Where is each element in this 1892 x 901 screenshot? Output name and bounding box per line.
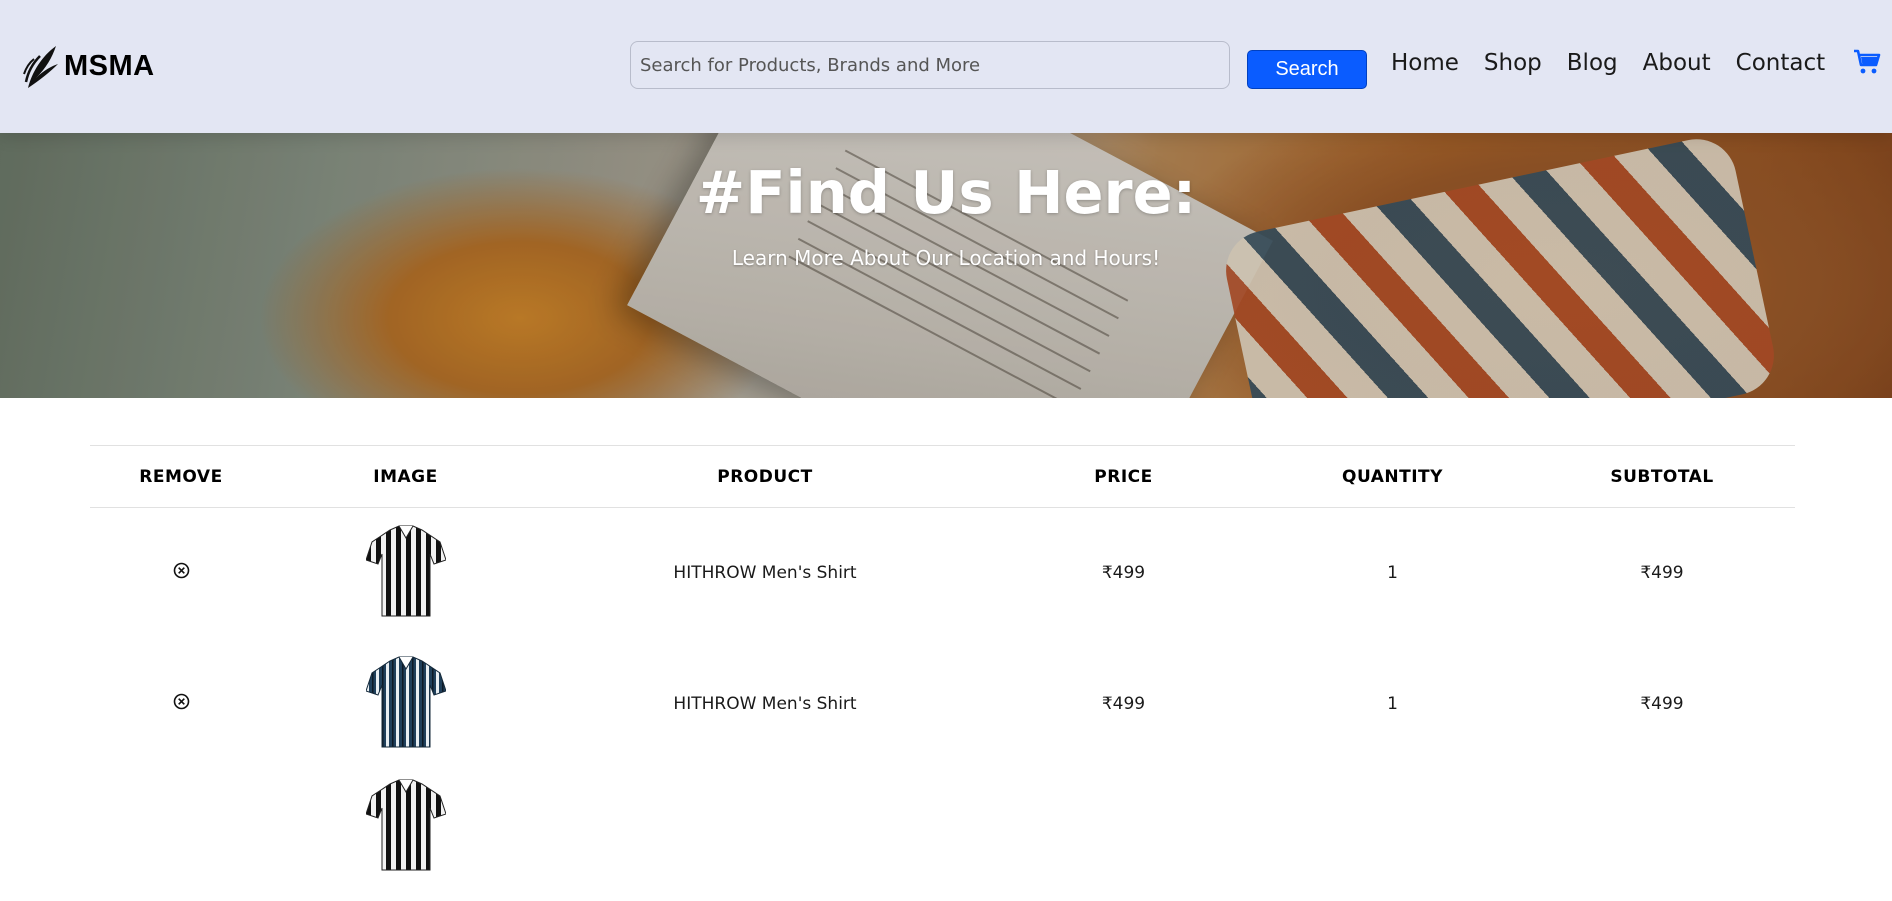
product-image-shirt[interactable] — [365, 778, 446, 872]
nav-contact[interactable]: Contact — [1736, 50, 1825, 76]
product-image-shirt[interactable] — [365, 655, 446, 749]
site-header: MSMA Search Home Shop Blog About Contact — [0, 0, 1892, 133]
hero-subtitle: Learn More About Our Location and Hours! — [731, 246, 1161, 270]
product-price: ₹499 — [1101, 563, 1146, 584]
table-row: HITHROW Men's Shirt ₹499 1 ₹499 — [90, 508, 1795, 639]
table-row — [90, 770, 1795, 901]
cart-table: REMOVE IMAGE PRODUCT PRICE QUANTITY SUBT… — [90, 445, 1795, 901]
brand-name: MSMA — [64, 49, 155, 82]
product-subtotal: ₹499 — [1640, 694, 1684, 714]
product-subtotal — [1529, 770, 1795, 901]
table-row: HITHROW Men's Shirt ₹499 1 ₹499 — [90, 639, 1795, 770]
product-quantity[interactable]: 1 — [1256, 508, 1529, 639]
page-hero: #Find Us Here: Learn More About Our Loca… — [0, 133, 1892, 398]
table-header-row: REMOVE IMAGE PRODUCT PRICE QUANTITY SUBT… — [90, 445, 1795, 508]
nav-home[interactable]: Home — [1391, 50, 1459, 76]
search-button[interactable]: Search — [1247, 50, 1367, 89]
column-remove: REMOVE — [139, 466, 223, 487]
product-name[interactable]: HITHROW Men's Shirt — [539, 639, 991, 770]
nav-blog[interactable]: Blog — [1567, 50, 1618, 76]
product-quantity[interactable]: 1 — [1256, 639, 1529, 770]
product-price: ₹499 — [1101, 694, 1146, 714]
hero-title: #Find Us Here: — [695, 158, 1197, 227]
brand-logo[interactable]: MSMA — [22, 42, 155, 90]
product-name[interactable]: HITHROW Men's Shirt — [539, 508, 991, 639]
nav-shop[interactable]: Shop — [1484, 50, 1542, 76]
leaf-plume-icon — [23, 46, 58, 88]
column-quantity: QUANTITY — [1342, 466, 1443, 487]
remove-item-icon[interactable] — [173, 562, 190, 579]
remove-item-icon[interactable] — [173, 693, 190, 710]
nav-about[interactable]: About — [1643, 50, 1711, 76]
cart-icon[interactable] — [1853, 48, 1881, 76]
search-input[interactable] — [630, 41, 1230, 89]
product-image-shirt[interactable] — [365, 524, 446, 618]
column-product: PRODUCT — [717, 466, 813, 487]
column-subtotal: SUBTOTAL — [1610, 466, 1714, 487]
product-subtotal: ₹499 — [1640, 563, 1684, 584]
product-price — [991, 770, 1256, 901]
product-name[interactable] — [539, 770, 991, 901]
product-quantity[interactable] — [1256, 770, 1529, 901]
main-nav: Home Shop Blog About Contact — [1391, 44, 1850, 82]
column-image: IMAGE — [373, 466, 438, 487]
column-price: PRICE — [1094, 466, 1153, 487]
